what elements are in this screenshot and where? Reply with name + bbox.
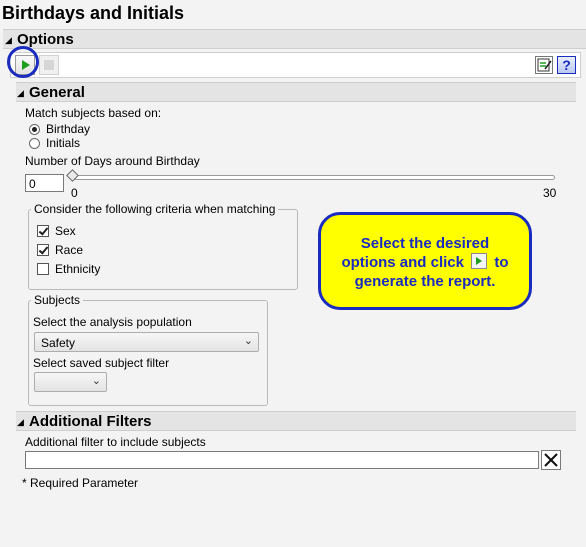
checkbox-sex-label[interactable]: Sex bbox=[55, 224, 76, 238]
collapse-triangle-icon[interactable]: ◢ bbox=[17, 417, 24, 428]
radio-initials-label[interactable]: Initials bbox=[46, 136, 80, 150]
callout-line-3: generate the report. bbox=[354, 273, 496, 290]
population-label: Select the analysis population bbox=[33, 315, 192, 329]
callout-line-2-pre: options and click bbox=[341, 254, 464, 271]
general-header[interactable]: ◢ General bbox=[16, 82, 576, 102]
subjects-legend: Subjects bbox=[31, 293, 84, 307]
additional-filter-label: Additional filter to include subjects bbox=[25, 435, 206, 449]
criteria-legend: Consider the following criteria when mat… bbox=[31, 202, 279, 216]
days-input[interactable]: 0 bbox=[25, 174, 64, 192]
saved-filter-select[interactable]: ⌄ bbox=[34, 372, 107, 392]
checkbox-race-label[interactable]: Race bbox=[55, 243, 83, 257]
callout-line-2-post: to bbox=[494, 254, 509, 271]
checkbox-sex[interactable] bbox=[37, 225, 49, 237]
additional-filters-header[interactable]: ◢ Additional Filters bbox=[16, 411, 576, 431]
chevron-down-icon: ⌄ bbox=[243, 335, 253, 347]
stop-icon bbox=[44, 60, 54, 70]
additional-filter-input[interactable] bbox=[25, 451, 539, 469]
radio-initials[interactable] bbox=[29, 138, 40, 149]
required-parameter-note: * Required Parameter bbox=[22, 476, 139, 490]
checkbox-race[interactable] bbox=[37, 244, 49, 256]
help-button[interactable]: ? bbox=[557, 56, 576, 74]
slider-min-label: 0 bbox=[71, 186, 78, 200]
page-title: Birthdays and Initials bbox=[2, 3, 185, 23]
population-select[interactable]: Safety ⌄ bbox=[34, 332, 259, 352]
toolbar: ? bbox=[10, 52, 581, 78]
help-icon: ? bbox=[562, 57, 571, 73]
play-icon bbox=[471, 253, 488, 269]
days-slider-track[interactable] bbox=[70, 175, 555, 180]
population-select-value: Safety bbox=[41, 336, 76, 350]
saved-filter-label: Select saved subject filter bbox=[33, 356, 170, 370]
save-settings-button[interactable] bbox=[535, 56, 553, 74]
checkbox-ethnicity[interactable] bbox=[37, 263, 49, 275]
run-button-highlight-circle bbox=[7, 46, 39, 78]
collapse-triangle-icon[interactable]: ◢ bbox=[17, 88, 24, 99]
callout-line-2: options and click to bbox=[321, 253, 529, 272]
save-settings-icon bbox=[537, 58, 552, 72]
options-header[interactable]: ◢ Options bbox=[3, 29, 586, 49]
close-icon bbox=[544, 453, 558, 467]
clear-filter-button[interactable] bbox=[541, 450, 561, 470]
additional-filters-header-label: Additional Filters bbox=[29, 413, 152, 430]
checkbox-ethnicity-label[interactable]: Ethnicity bbox=[55, 262, 100, 276]
instruction-callout: Select the desired options and click to … bbox=[318, 212, 532, 310]
general-header-label: General bbox=[29, 84, 85, 101]
callout-line-1: Select the desired bbox=[360, 235, 490, 252]
stop-button[interactable] bbox=[39, 55, 59, 75]
slider-max-label: 30 bbox=[543, 186, 557, 200]
chevron-down-icon: ⌄ bbox=[91, 375, 101, 387]
radio-birthday-label[interactable]: Birthday bbox=[46, 122, 90, 136]
collapse-triangle-icon[interactable]: ◢ bbox=[5, 35, 12, 46]
match-label: Match subjects based on: bbox=[25, 106, 162, 120]
radio-birthday[interactable] bbox=[29, 124, 40, 135]
days-label: Number of Days around Birthday bbox=[25, 154, 200, 168]
